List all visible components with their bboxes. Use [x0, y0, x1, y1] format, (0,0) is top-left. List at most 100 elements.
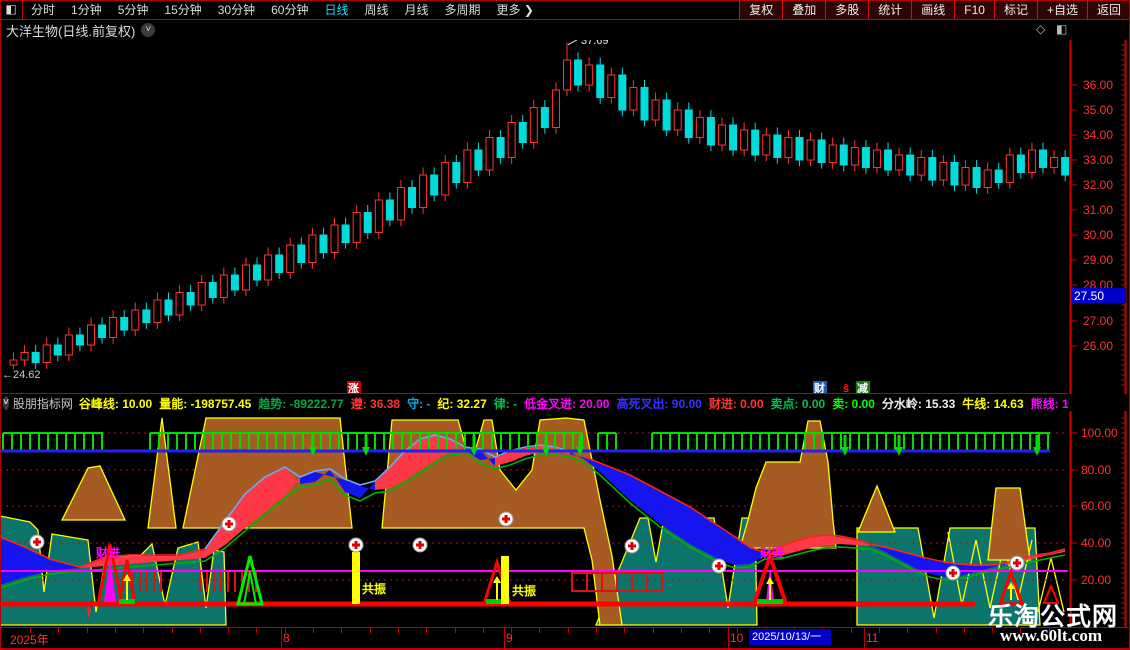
chart-titlebar[interactable]: 大洋生物(日线.前复权) ˅ — [0, 20, 1068, 40]
period-tab-日线[interactable]: 日线 — [316, 1, 356, 19]
indicator-header: ˅ 股朋指标网 谷峰线: 10.00 量能: -198757.45 趋势: -892… — [0, 393, 1068, 412]
minor-tick — [851, 628, 852, 633]
signal-label: 共振 — [512, 583, 536, 598]
month-separator — [504, 628, 505, 648]
date-cursor-label: 2025/10/13/一 — [749, 629, 831, 645]
svg-text:20.00: 20.00 — [1081, 573, 1111, 587]
minor-tick — [653, 628, 654, 633]
month-separator — [728, 628, 729, 648]
x-axis-label: 10 — [730, 631, 744, 645]
minor-tick — [313, 628, 314, 633]
indicator-value-谷峰线: 谷峰线: 10.00 — [78, 396, 153, 411]
svg-text:40.00: 40.00 — [1081, 536, 1111, 550]
period-toolbar: ◧ 分时 1分钟 5分钟 15分钟 30分钟 60分钟 日线 周线 月线 多周期 更多 ❯ 复权 叠加… — [0, 0, 1130, 20]
x-axis-label: 8 — [283, 631, 290, 645]
chevron-down-icon[interactable]: ˅ — [141, 23, 156, 37]
x-axis-label: 2025年 — [10, 633, 49, 647]
minor-tick — [539, 628, 540, 633]
indicator-value-量能: 量能: -198757.45 — [159, 396, 252, 411]
minor-tick — [87, 628, 88, 633]
svg-text:30.00: 30.00 — [1083, 228, 1113, 242]
toolbar-buttons: 复权 叠加 多股 统计 画线 F10 标记 +自选 返回 — [739, 0, 1130, 19]
svg-text:27.00: 27.00 — [1083, 314, 1113, 328]
period-tab-分时[interactable]: 分时 — [23, 1, 63, 19]
indicator-value-守: 守: - — [407, 396, 431, 411]
month-separator — [864, 628, 865, 648]
stock-app-window: { "toolbar": { "left_items": [ {"label":… — [0, 0, 1130, 650]
toolbar-button-多股[interactable]: 多股 — [825, 0, 869, 19]
yellow-bar — [352, 552, 360, 604]
svg-text:26.00: 26.00 — [1083, 339, 1113, 353]
indicator-value-低金叉进: 低金叉进: 20.00 — [524, 396, 610, 411]
period-tab-15分钟[interactable]: 15分钟 — [156, 1, 209, 19]
minor-tick — [370, 628, 371, 633]
svg-text:60.00: 60.00 — [1081, 499, 1111, 513]
indicator-canvas[interactable]: 财进共振 共振 财进 100.00 80.00 60.00 40.00 20.00 — [0, 411, 1130, 627]
minor-tick — [115, 628, 116, 633]
toolbar-button-返回[interactable]: 返回 — [1086, 0, 1130, 19]
minor-tick — [709, 628, 710, 633]
period-tab-周线[interactable]: 周线 — [356, 1, 396, 19]
period-tab-多周期[interactable]: 多周期 — [437, 1, 489, 19]
period-tab-月线[interactable]: 月线 — [397, 1, 437, 19]
month-separator — [281, 628, 282, 648]
indicator-value-律: 律: - — [493, 396, 518, 411]
minor-tick — [256, 628, 257, 633]
toolbar-button-叠加[interactable]: 叠加 — [782, 0, 826, 19]
minor-tick — [483, 628, 484, 633]
svg-text:29.00: 29.00 — [1083, 253, 1113, 267]
minor-tick — [58, 628, 59, 633]
indicator-value-纪: 纪: 32.27 — [437, 396, 487, 411]
minor-tick — [879, 628, 880, 633]
collapse-chevron-icon[interactable]: ˅ — [3, 396, 9, 410]
indicator-value-牛线: 牛线: 14.63 — [962, 396, 1024, 411]
minor-tick — [907, 628, 908, 633]
period-tab-60分钟[interactable]: 60分钟 — [263, 1, 316, 19]
minor-tick — [228, 628, 229, 633]
x-axis-label: 9 — [506, 631, 513, 645]
indicator-value-财进: 财进: 0.00 — [708, 396, 764, 411]
yellow-bar — [501, 556, 509, 604]
peak-annotation: 37.69 — [581, 40, 609, 47]
svg-text:32.00: 32.00 — [1083, 178, 1113, 192]
split-panel-icon[interactable]: ◧ — [1056, 22, 1067, 36]
svg-text:80.00: 80.00 — [1081, 463, 1111, 477]
toolbar-button-复权[interactable]: 复权 — [739, 0, 783, 19]
svg-text:35.00: 35.00 — [1083, 103, 1113, 117]
indicator-source-label[interactable]: 股朋指标网 — [13, 395, 73, 412]
period-tab-1分钟[interactable]: 1分钟 — [63, 1, 110, 19]
period-tab-5分钟[interactable]: 5分钟 — [110, 1, 157, 19]
minor-tick — [200, 628, 201, 633]
toolbar-button-标记[interactable]: 标记 — [993, 0, 1037, 19]
toolbar-button-+自选[interactable]: +自选 — [1036, 0, 1087, 19]
minor-tick — [596, 628, 597, 633]
minor-tick — [681, 628, 682, 633]
candlestick-canvas[interactable]: 36.00 35.00 34.00 33.00 32.00 31.00 30.00 29.00… — [0, 40, 1130, 394]
indicator-value-遵: 遵: 36.38 — [350, 396, 401, 411]
current-price-tag: 27.50 — [1071, 288, 1126, 303]
signal-label: 财进 — [759, 545, 784, 560]
signal-label: 共振 — [362, 581, 386, 596]
watermark-url: www.60lt.com — [1000, 626, 1102, 645]
indicator-value-卖: 卖: 0.00 — [832, 396, 875, 411]
indicator-value-卖点: 卖点: 0.00 — [770, 396, 826, 411]
minor-tick — [341, 628, 342, 633]
svg-text:33.00: 33.00 — [1083, 153, 1113, 167]
layout-panel-icon[interactable]: ◧ — [0, 0, 23, 19]
toolbar-button-统计[interactable]: 统计 — [868, 0, 912, 19]
minor-tick — [426, 628, 427, 633]
page-title: 大洋生物(日线.前复权) — [6, 23, 136, 39]
toolbar-button-F10[interactable]: F10 — [954, 0, 994, 19]
minor-tick — [172, 628, 173, 633]
indicator-value-熊线: 熊线: 16.04 — [1030, 396, 1068, 411]
period-tabs: 分时 1分钟 5分钟 15分钟 30分钟 60分钟 日线 周线 月线 多周期 更多 ❯ — [23, 1, 542, 19]
svg-text:27.50: 27.50 — [1074, 289, 1104, 303]
minor-tick — [143, 628, 144, 633]
period-tab-30分钟[interactable]: 30分钟 — [210, 1, 263, 19]
diamond-icon[interactable]: ◇ — [1036, 22, 1045, 36]
indicator-value-趋势: 趋势: -89222.77 — [258, 396, 344, 411]
minor-tick — [455, 628, 456, 633]
svg-text:36.00: 36.00 — [1083, 78, 1113, 92]
period-tab-更多 ❯[interactable]: 更多 ❯ — [489, 1, 542, 19]
toolbar-button-画线[interactable]: 画线 — [911, 0, 955, 19]
